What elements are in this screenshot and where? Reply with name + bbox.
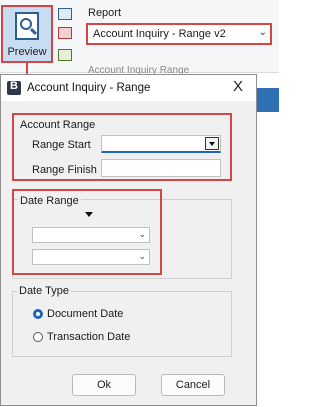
preview-button[interactable]: Preview bbox=[1, 5, 53, 63]
date-type-title: Date Type bbox=[17, 285, 71, 297]
dialog-title: Account Inquiry - Range bbox=[27, 82, 151, 94]
transaction-date-radio[interactable] bbox=[33, 332, 43, 342]
date-from-select[interactable]: ⌄ bbox=[32, 227, 150, 243]
cancel-button[interactable]: Cancel bbox=[161, 374, 225, 396]
export-icon[interactable] bbox=[58, 27, 72, 39]
account-range-group: Account Range Range Start Range Finish bbox=[12, 113, 232, 181]
chevron-down-icon: ⌄ bbox=[138, 251, 146, 261]
date-type-group: Date Type Document Date Transaction Date bbox=[12, 285, 232, 357]
date-range-group: Date Range ⌄ ⌄ bbox=[12, 189, 162, 275]
app-logo-icon: B bbox=[7, 80, 21, 95]
report-select-value: Account Inquiry - Range v2 bbox=[93, 28, 226, 40]
document-date-label: Document Date bbox=[47, 308, 124, 320]
range-start-label: Range Start bbox=[32, 139, 91, 151]
settings-icon[interactable] bbox=[58, 49, 72, 61]
close-icon[interactable]: X bbox=[233, 78, 243, 95]
document-date-radio[interactable] bbox=[33, 309, 43, 319]
magnifier-page-icon bbox=[15, 12, 39, 40]
report-select[interactable]: Account Inquiry - Range v2 ⌄ bbox=[86, 23, 272, 45]
printer-icon[interactable] bbox=[58, 8, 72, 20]
dropdown-arrow-icon bbox=[209, 142, 215, 146]
range-start-input[interactable] bbox=[101, 135, 221, 153]
date-to-select[interactable]: ⌄ bbox=[32, 249, 150, 265]
ok-button[interactable]: Ok bbox=[72, 374, 136, 396]
account-inquiry-dialog: B Account Inquiry - Range X Account Rang… bbox=[0, 74, 257, 406]
preview-label: Preview bbox=[7, 46, 47, 58]
range-finish-input[interactable] bbox=[101, 159, 221, 177]
ribbon: Preview Report Account Inquiry - Range v… bbox=[0, 0, 279, 76]
transaction-date-label: Transaction Date bbox=[47, 331, 131, 343]
range-start-dropdown-button[interactable] bbox=[205, 137, 219, 150]
range-finish-label: Range Finish bbox=[32, 164, 97, 176]
dialog-titlebar[interactable]: B Account Inquiry - Range X bbox=[1, 75, 256, 101]
report-label: Report bbox=[88, 7, 122, 19]
account-range-title: Account Range bbox=[18, 119, 98, 131]
sort-arrow-icon bbox=[85, 212, 93, 217]
chevron-down-icon: ⌄ bbox=[258, 27, 267, 38]
chevron-down-icon: ⌄ bbox=[138, 229, 146, 239]
date-range-title: Date Range bbox=[18, 195, 81, 207]
